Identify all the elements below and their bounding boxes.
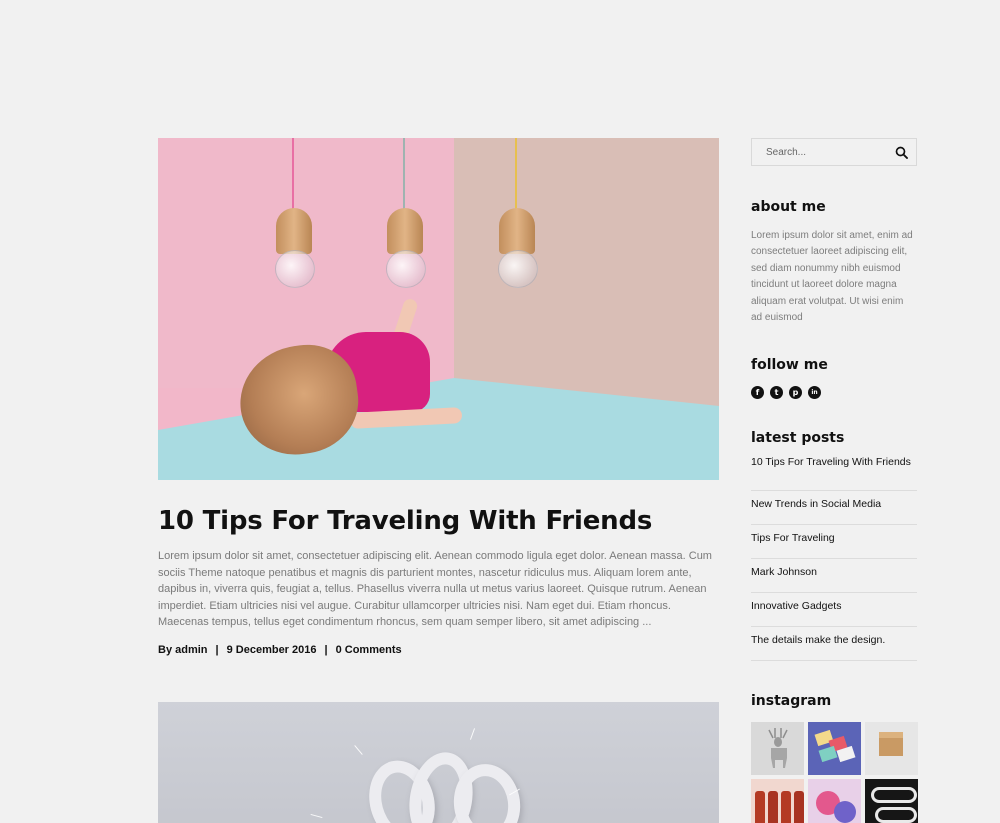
search-icon[interactable] [895, 146, 908, 159]
search-form [751, 138, 917, 166]
sidebar: about me Lorem ipsum dolor sit amet, eni… [751, 138, 918, 823]
meta-separator: | [324, 643, 328, 656]
latest-posts-list: 10 Tips For Traveling With Friends New T… [751, 455, 917, 662]
instagram-photo[interactable] [808, 779, 861, 823]
post-featured-image[interactable] [158, 138, 719, 480]
pinterest-icon[interactable]: p [789, 386, 802, 400]
post-featured-image-2[interactable] [158, 702, 719, 823]
instagram-grid [751, 722, 918, 823]
post-title[interactable]: 10 Tips For Traveling With Friends [158, 504, 719, 538]
latest-post-link[interactable]: New Trends in Social Media [751, 497, 917, 511]
social-icons: f t p in [751, 386, 917, 400]
main-content: 10 Tips For Traveling With Friends Lorem… [158, 138, 719, 656]
latest-post-item[interactable]: New Trends in Social Media [751, 491, 917, 526]
latest-post-link[interactable]: Mark Johnson [751, 565, 917, 579]
instagram-photo[interactable] [751, 779, 804, 823]
post-author[interactable]: By admin [158, 644, 208, 656]
instagram-title: instagram [751, 693, 832, 710]
latest-post-link[interactable]: Tips For Traveling [751, 531, 917, 545]
latest-post-item[interactable]: 10 Tips For Traveling With Friends [751, 455, 917, 492]
facebook-icon[interactable]: f [751, 386, 764, 400]
linkedin-icon[interactable]: in [808, 386, 821, 400]
latest-post-item[interactable]: The details make the design. [751, 627, 917, 662]
twitter-icon[interactable]: t [770, 386, 783, 400]
blog-page: 10 Tips For Traveling With Friends Lorem… [0, 0, 1000, 823]
instagram-photo[interactable] [808, 722, 861, 776]
latest-post-item[interactable]: Innovative Gadgets [751, 593, 917, 628]
latest-post-link[interactable]: 10 Tips For Traveling With Friends [751, 455, 917, 469]
latest-post-item[interactable]: Mark Johnson [751, 559, 917, 594]
post-excerpt: Lorem ipsum dolor sit amet, consectetuer… [158, 550, 712, 629]
post-meta: By admin | 9 December 2016 | 0 Comments [158, 644, 719, 656]
latest-post-item[interactable]: Tips For Traveling [751, 525, 917, 560]
about-me-title: about me [751, 199, 826, 215]
follow-me-title: follow me [751, 357, 828, 374]
instagram-photo[interactable] [865, 779, 918, 823]
post-date: 9 December 2016 [226, 643, 317, 656]
deer-image-icon [768, 728, 788, 769]
about-me-text: Lorem ipsum dolor sit amet, enim ad cons… [751, 230, 913, 324]
latest-post-link[interactable]: Innovative Gadgets [751, 599, 917, 613]
latest-posts-title: latest posts [751, 430, 845, 447]
instagram-photo[interactable] [751, 722, 804, 776]
meta-separator: | [215, 643, 219, 656]
search-input[interactable] [764, 145, 898, 159]
post-comments[interactable]: 0 Comments [336, 644, 402, 656]
instagram-photo[interactable] [865, 722, 918, 776]
latest-post-link[interactable]: The details make the design. [751, 633, 917, 647]
